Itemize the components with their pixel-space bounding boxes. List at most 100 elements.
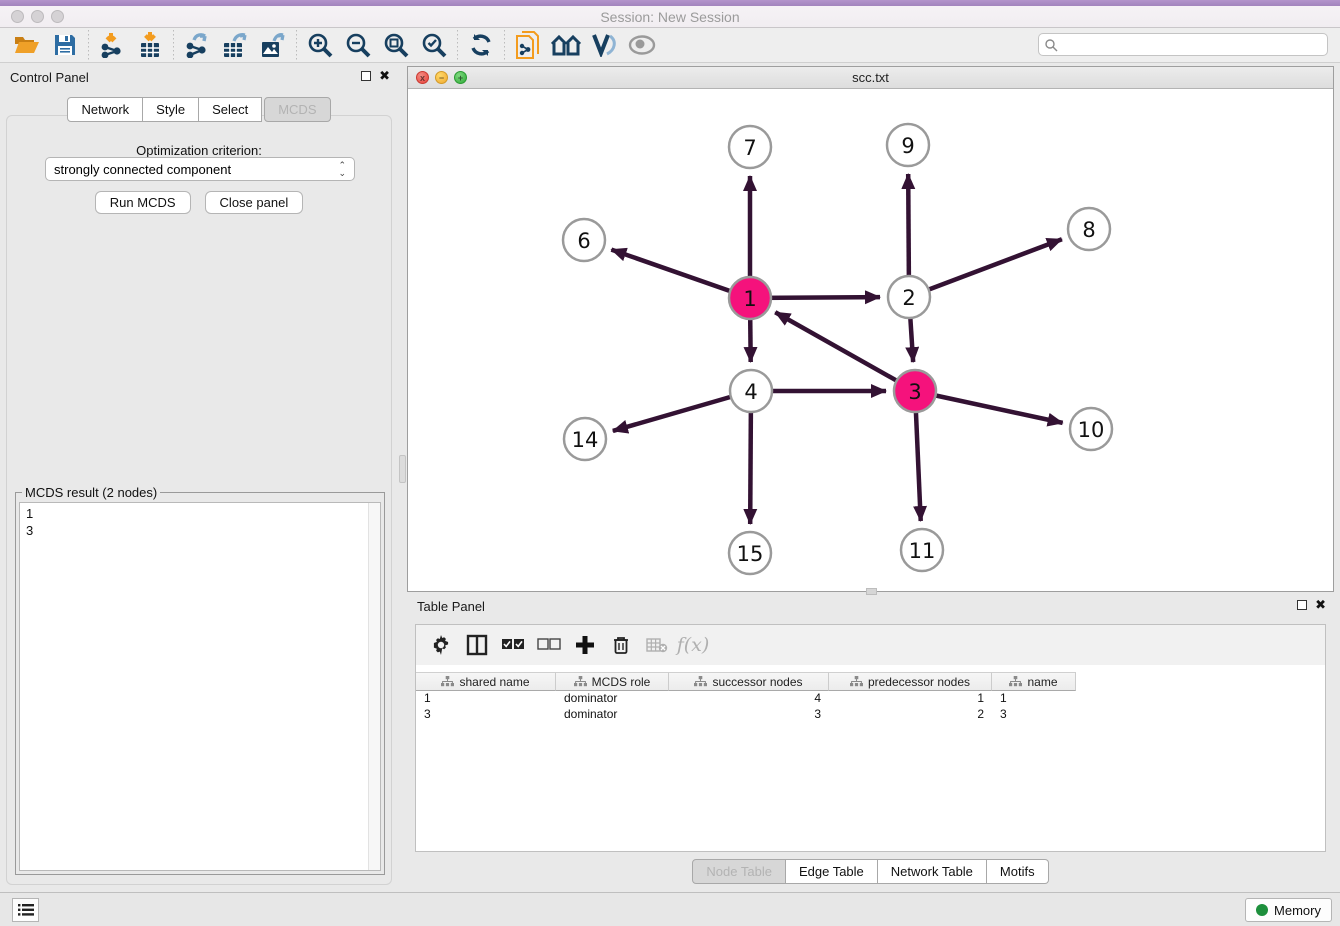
tab-motifs[interactable]: Motifs — [987, 859, 1049, 884]
node-label-15: 15 — [737, 542, 764, 566]
attribute-type-icon — [441, 676, 454, 687]
eye-icon[interactable] — [623, 29, 661, 61]
zoom-fit-icon[interactable] — [377, 29, 415, 61]
import-table-icon[interactable] — [131, 29, 169, 61]
edge-2-8[interactable] — [909, 239, 1062, 297]
tab-network[interactable]: Network — [67, 97, 143, 122]
export-network-icon[interactable] — [178, 29, 216, 61]
dropdown-value: strongly connected component — [54, 162, 231, 177]
mcds-result-groupbox: MCDS result (2 nodes) 1 3 — [15, 492, 385, 875]
table-panel: Table Panel ✖ — [407, 595, 1334, 888]
cell-MCDS-role[interactable]: dominator — [556, 691, 669, 707]
table-toolbar: f(x) — [416, 625, 1325, 665]
control-panel-tabs: NetworkStyleSelectMCDS — [0, 97, 398, 122]
column-header-successor-nodes[interactable]: successor nodes — [669, 672, 829, 691]
column-header-shared-name[interactable]: shared name — [416, 672, 556, 691]
float-panel-icon[interactable] — [361, 71, 371, 81]
node-label-6: 6 — [577, 229, 590, 253]
panel-splitter-handle[interactable] — [399, 455, 406, 483]
result-scrollbar[interactable] — [368, 503, 380, 870]
node-label-2: 2 — [902, 286, 915, 310]
list-icon — [18, 903, 34, 917]
edge-3-1[interactable] — [775, 312, 915, 391]
column-header-predecessor-nodes[interactable]: predecessor nodes — [829, 672, 992, 691]
search-input[interactable] — [1058, 38, 1327, 52]
float-table-panel-icon[interactable] — [1297, 600, 1307, 610]
gear-icon[interactable] — [426, 630, 456, 660]
control-panel-title: Control Panel — [10, 70, 89, 85]
open-folder-icon[interactable] — [8, 29, 46, 61]
node-label-3: 3 — [908, 380, 921, 404]
import-network-icon[interactable] — [93, 29, 131, 61]
close-panel-icon[interactable]: ✖ — [379, 71, 390, 81]
delete-table-icon[interactable] — [642, 630, 672, 660]
node-table[interactable]: shared nameMCDS rolesuccessor nodesprede… — [416, 672, 1325, 723]
zoom-out-icon[interactable] — [339, 29, 377, 61]
main-toolbar — [0, 28, 1340, 63]
close-panel-button[interactable]: Close panel — [205, 191, 304, 214]
mcds-result-list[interactable]: 1 3 — [19, 502, 381, 871]
add-column-icon[interactable] — [570, 630, 600, 660]
cell-successor-nodes[interactable]: 4 — [669, 691, 829, 707]
zoom-selected-icon[interactable] — [415, 29, 453, 61]
cell-shared-name[interactable]: 1 — [416, 691, 556, 707]
select-all-icon[interactable] — [498, 630, 528, 660]
node-label-8: 8 — [1082, 218, 1095, 242]
mcds-result-title: MCDS result (2 nodes) — [22, 485, 160, 500]
memory-button[interactable]: Memory — [1245, 898, 1332, 922]
table-row[interactable]: 1dominator411 — [416, 691, 1325, 707]
optimization-criterion-label: Optimization criterion: — [7, 143, 391, 158]
memory-label: Memory — [1274, 903, 1321, 918]
zoom-in-icon[interactable] — [301, 29, 339, 61]
edge-3-10[interactable] — [915, 391, 1063, 423]
deselect-all-icon[interactable] — [534, 630, 564, 660]
titlebar-accent-strip — [0, 0, 1340, 6]
column-header-name[interactable]: name — [992, 672, 1076, 691]
tab-edge-table[interactable]: Edge Table — [786, 859, 878, 884]
function-builder-icon[interactable]: f(x) — [678, 630, 708, 660]
tab-node-table[interactable]: Node Table — [692, 859, 786, 884]
cell-name[interactable]: 3 — [992, 707, 1076, 723]
cell-predecessor-nodes[interactable]: 1 — [829, 691, 992, 707]
task-history-button[interactable] — [12, 898, 39, 922]
node-table-container: f(x) shared nameMCDS rolesuccessor nodes… — [415, 624, 1326, 852]
column-visibility-icon[interactable] — [462, 630, 492, 660]
network-resize-grip[interactable] — [866, 588, 877, 595]
cell-successor-nodes[interactable]: 3 — [669, 707, 829, 723]
chevron-updown-icon: ⌃⌄ — [338, 161, 346, 177]
cell-name[interactable]: 1 — [992, 691, 1076, 707]
node-label-1: 1 — [743, 287, 756, 311]
export-image-icon[interactable] — [254, 29, 292, 61]
export-table-icon[interactable] — [216, 29, 254, 61]
attribute-type-icon — [694, 676, 707, 687]
delete-icon[interactable] — [606, 630, 636, 660]
network-file-icon[interactable] — [509, 29, 547, 61]
table-row[interactable]: 3dominator323 — [416, 707, 1325, 723]
node-label-14: 14 — [572, 428, 599, 452]
network-view-window: x − + scc.txt 7968124314101511 — [407, 66, 1334, 592]
tab-network-table[interactable]: Network Table — [878, 859, 987, 884]
run-mcds-button[interactable]: Run MCDS — [95, 191, 191, 214]
status-bar: Memory — [0, 892, 1340, 926]
cell-predecessor-nodes[interactable]: 2 — [829, 707, 992, 723]
cell-MCDS-role[interactable]: dominator — [556, 707, 669, 723]
cell-shared-name[interactable]: 3 — [416, 707, 556, 723]
network-window-titlebar[interactable]: x − + scc.txt — [408, 67, 1333, 89]
node-label-4: 4 — [744, 380, 757, 404]
optimization-criterion-select[interactable]: strongly connected component ⌃⌄ — [45, 157, 355, 181]
node-label-7: 7 — [743, 136, 756, 160]
tab-select[interactable]: Select — [199, 97, 262, 122]
network-graph-canvas[interactable]: 7968124314101511 — [408, 89, 1333, 591]
tab-style[interactable]: Style — [143, 97, 199, 122]
attribute-type-icon — [574, 676, 587, 687]
vizmapper-icon[interactable] — [585, 29, 623, 61]
tab-mcds[interactable]: MCDS — [264, 97, 330, 122]
refresh-layout-icon[interactable] — [462, 29, 500, 61]
attribute-type-icon — [1009, 676, 1022, 687]
save-icon[interactable] — [46, 29, 84, 61]
close-table-panel-icon[interactable]: ✖ — [1315, 600, 1326, 610]
column-header-MCDS-role[interactable]: MCDS role — [556, 672, 669, 691]
window-title: Session: New Session — [0, 9, 1340, 25]
search-field[interactable] — [1038, 33, 1328, 56]
home-icon[interactable] — [547, 29, 585, 61]
